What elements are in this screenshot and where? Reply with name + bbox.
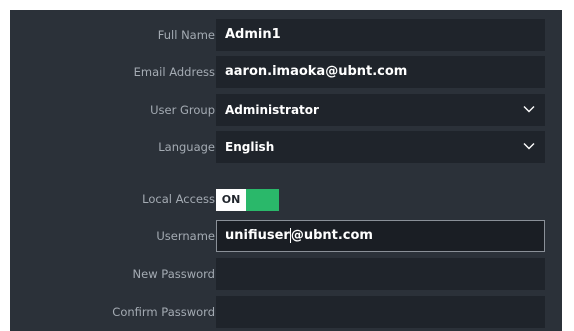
user-group-value: Administrator — [225, 103, 319, 117]
full-name-row: Full Name Admin1 — [10, 19, 562, 51]
user-settings-panel: Full Name Admin1 Email Address aaron.ima… — [10, 10, 562, 331]
email-input[interactable]: aaron.imaoka@ubnt.com — [216, 56, 545, 88]
local-access-label: Local Access — [142, 192, 215, 206]
confirm-password-input[interactable] — [216, 296, 545, 328]
username-label: Username — [156, 229, 215, 243]
full-name-label: Full Name — [157, 28, 215, 42]
local-access-row: Local Access ON — [10, 183, 562, 215]
username-row: Username unifiuser@ubnt.com — [10, 220, 562, 252]
email-label: Email Address — [133, 65, 215, 79]
user-group-row: User Group Administrator — [10, 94, 562, 126]
full-name-input[interactable]: Admin1 — [216, 19, 545, 51]
confirm-password-row: Confirm Password — [10, 296, 562, 328]
username-text-after-cursor: @ubnt.com — [290, 228, 373, 243]
new-password-row: New Password — [10, 258, 562, 290]
user-group-select[interactable]: Administrator — [216, 94, 545, 126]
new-password-label: New Password — [132, 267, 215, 281]
toggle-knob — [246, 189, 279, 211]
user-group-label: User Group — [150, 103, 215, 117]
username-text-before-cursor: unifiuser — [225, 228, 290, 243]
toggle-state-label: ON — [216, 189, 246, 211]
language-label: Language — [158, 140, 215, 154]
local-access-toggle[interactable]: ON — [216, 189, 279, 211]
username-input[interactable]: unifiuser@ubnt.com — [216, 220, 545, 252]
new-password-input[interactable] — [216, 258, 545, 290]
language-value: English — [225, 140, 275, 154]
chevron-down-icon — [523, 106, 535, 113]
confirm-password-label: Confirm Password — [112, 305, 215, 319]
email-row: Email Address aaron.imaoka@ubnt.com — [10, 56, 562, 88]
chevron-down-icon — [523, 143, 535, 150]
language-select[interactable]: English — [216, 131, 545, 163]
language-row: Language English — [10, 131, 562, 163]
